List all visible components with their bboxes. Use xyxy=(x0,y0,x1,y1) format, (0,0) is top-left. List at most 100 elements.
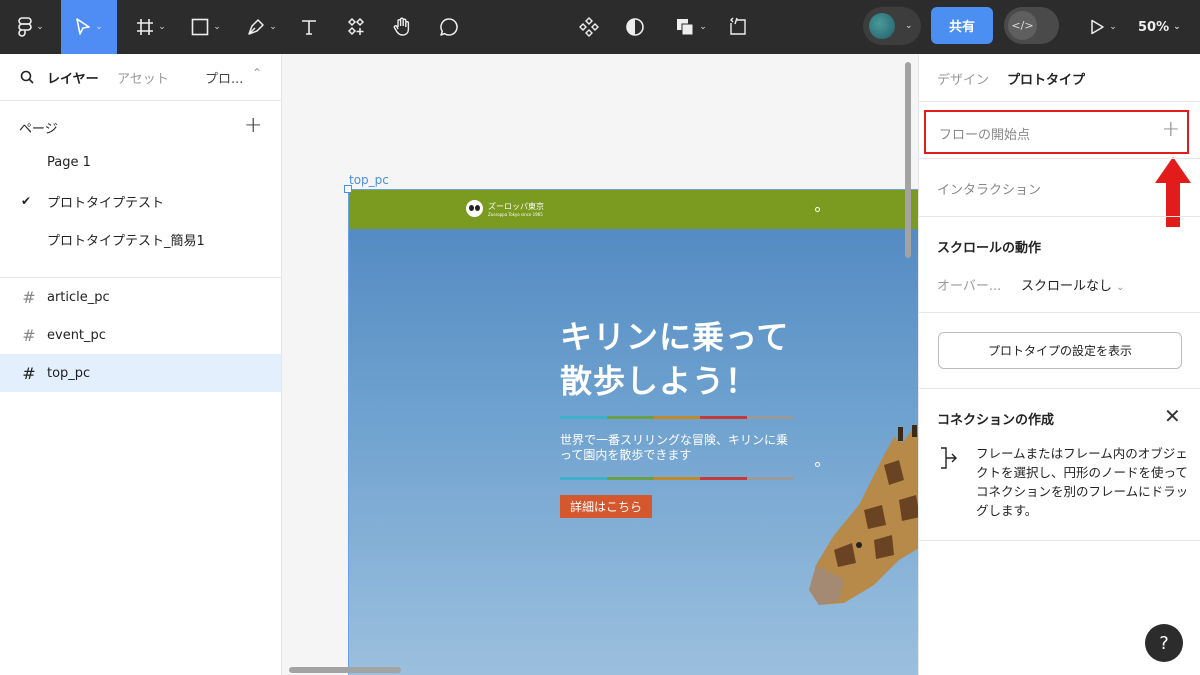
tab-prototype-pages[interactable]: プロ... xyxy=(205,68,243,87)
chevron-down-icon: ⌄ xyxy=(1173,22,1181,32)
divider xyxy=(919,101,1200,102)
frame-icon: # xyxy=(22,363,36,383)
zoom-level: 50% xyxy=(1138,19,1170,35)
chevron-down-icon: ⌄ xyxy=(905,21,913,31)
chevron-down-icon: ⌄ xyxy=(36,22,44,32)
panda-logo-icon xyxy=(466,200,483,217)
hand-tool-button[interactable] xyxy=(389,0,415,54)
tab-layers[interactable]: レイヤー xyxy=(47,68,99,87)
chevron-down-icon: ⌄ xyxy=(269,22,277,32)
layer-row[interactable]: # article_pc xyxy=(0,278,281,316)
checkmark-icon: ✔ xyxy=(21,194,32,208)
chevron-down-icon: ⌄ xyxy=(699,22,707,32)
comment-icon xyxy=(440,18,458,36)
boolean-icon xyxy=(677,19,694,36)
divider xyxy=(919,388,1200,389)
frame-label[interactable]: top_pc xyxy=(349,173,389,187)
contrast-icon xyxy=(626,18,644,36)
hero-title: キリンに乗って散歩しよう！ xyxy=(560,318,790,400)
divider xyxy=(919,540,1200,541)
divider xyxy=(919,158,1200,159)
connection-description: フレームまたはフレーム内のオブジェクトを選択し、円形のノードを使ってコネクション… xyxy=(976,446,1189,518)
figma-logo-icon xyxy=(18,17,33,37)
frame-top-pc[interactable]: ズーロッパ東京 Zooroppa Tokyo since 1965 キリンに乗っ… xyxy=(348,189,918,675)
layer-name: event_pc xyxy=(47,327,106,343)
cta-button[interactable]: 詳細はこちら xyxy=(560,495,653,518)
comment-tool-button[interactable] xyxy=(436,0,462,54)
tab-design[interactable]: デザイン xyxy=(937,69,989,88)
resources-button[interactable] xyxy=(343,0,369,54)
prototype-settings-button[interactable]: プロトタイプの設定を表示 xyxy=(938,332,1182,369)
dev-handoff-button[interactable] xyxy=(725,0,751,54)
move-tool-button[interactable]: ⌄ xyxy=(61,0,117,54)
close-icon[interactable]: ✕ xyxy=(1164,406,1181,426)
zoom-menu[interactable]: 50% ⌄ xyxy=(1138,0,1181,54)
scroll-behavior-title: スクロールの動作 xyxy=(937,241,1042,256)
frame-tool-button[interactable]: ⌄ xyxy=(131,0,171,54)
mask-button[interactable] xyxy=(622,0,648,54)
node-handle[interactable] xyxy=(815,207,820,212)
chevron-down-icon: ⌄ xyxy=(1116,282,1125,293)
layer-name: top_pc xyxy=(47,365,91,381)
overflow-select[interactable]: スクロールなし ⌄ xyxy=(1021,275,1125,294)
connection-title: コネクションの作成 xyxy=(937,413,1055,428)
overflow-value: スクロールなし xyxy=(1021,279,1113,294)
shape-tool-button[interactable]: ⌄ xyxy=(186,0,226,54)
layer-row[interactable]: # event_pc xyxy=(0,316,281,354)
pen-icon xyxy=(248,19,264,35)
page-item[interactable]: Page 1 xyxy=(47,155,91,170)
boolean-button[interactable]: ⌄ xyxy=(670,0,712,54)
pages-title: ページ xyxy=(19,122,58,137)
page-item-current[interactable]: プロトタイプテスト xyxy=(47,192,164,211)
chevron-down-icon: ⌄ xyxy=(213,22,221,32)
add-page-plus-icon[interactable]: + xyxy=(244,115,262,137)
components-icon xyxy=(347,18,365,36)
chevron-down-icon: ⌄ xyxy=(1109,22,1117,32)
share-button[interactable]: 共有 xyxy=(931,7,993,44)
flow-start-label: フローの開始点 xyxy=(939,128,1031,143)
tab-prototype[interactable]: プロトタイプ xyxy=(1007,69,1085,88)
code-icon: </> xyxy=(1008,11,1037,40)
horizontal-scrollbar[interactable] xyxy=(289,667,401,673)
layer-name: article_pc xyxy=(47,289,110,305)
code-bracket-icon xyxy=(730,17,746,35)
pen-tool-button[interactable]: ⌄ xyxy=(242,0,282,54)
text-tool-button[interactable] xyxy=(296,0,322,54)
site-logo-subtitle: Zooroppa Tokyo since 1965 xyxy=(488,212,543,217)
interaction-label[interactable]: インタラクション xyxy=(937,179,1041,198)
hand-icon xyxy=(393,17,410,36)
user-avatar-menu[interactable]: ⌄ xyxy=(863,7,921,45)
present-button[interactable]: ⌄ xyxy=(1086,0,1120,54)
left-panel: レイヤー アセット プロ... ⌃ ページ + Page 1 ✔ プロトタイプテ… xyxy=(0,54,282,675)
overflow-label: オーバー... xyxy=(937,279,1002,294)
main-menu-button[interactable]: ⌄ xyxy=(12,0,50,54)
divider xyxy=(919,216,1200,217)
canvas[interactable]: top_pc ズーロッパ東京 Zooroppa Tokyo since 1965… xyxy=(282,54,918,675)
search-icon[interactable] xyxy=(20,70,34,84)
divider xyxy=(919,312,1200,313)
add-flow-plus-icon[interactable]: + xyxy=(1162,119,1180,141)
component-diamond-icon xyxy=(579,17,599,37)
stripe-divider xyxy=(560,416,794,419)
flow-start-section[interactable]: フローの開始点 + xyxy=(924,110,1189,154)
site-logo-text: ズーロッパ東京 xyxy=(488,202,544,211)
chevron-up-icon[interactable]: ⌃ xyxy=(252,66,262,80)
play-icon xyxy=(1091,19,1104,35)
stripe-divider xyxy=(560,477,794,480)
selection-handle[interactable] xyxy=(344,185,352,193)
giraffe-image xyxy=(809,425,918,605)
help-button[interactable]: ? xyxy=(1145,624,1183,662)
site-header: ズーロッパ東京 Zooroppa Tokyo since 1965 xyxy=(349,190,918,229)
chevron-down-icon: ⌄ xyxy=(158,22,166,32)
component-button[interactable] xyxy=(576,0,602,54)
tab-assets[interactable]: アセット xyxy=(117,68,169,87)
connection-icon xyxy=(941,447,957,469)
frame-icon xyxy=(137,19,154,35)
dev-mode-toggle[interactable]: </> xyxy=(1004,7,1059,44)
layer-row-selected[interactable]: # top_pc xyxy=(0,354,281,392)
vertical-scrollbar[interactable] xyxy=(905,62,911,258)
page-item[interactable]: プロトタイプテスト_簡易1 xyxy=(47,230,205,249)
rectangle-icon xyxy=(191,18,209,36)
right-panel: デザイン プロトタイプ フローの開始点 + インタラクション スクロールの動作 … xyxy=(918,54,1200,675)
toolbar: ⌄ ⌄ ⌄ ⌄ ⌄ ⌄ ⌄ 共有 </> ⌄ 50% ⌄ xyxy=(0,0,1200,54)
